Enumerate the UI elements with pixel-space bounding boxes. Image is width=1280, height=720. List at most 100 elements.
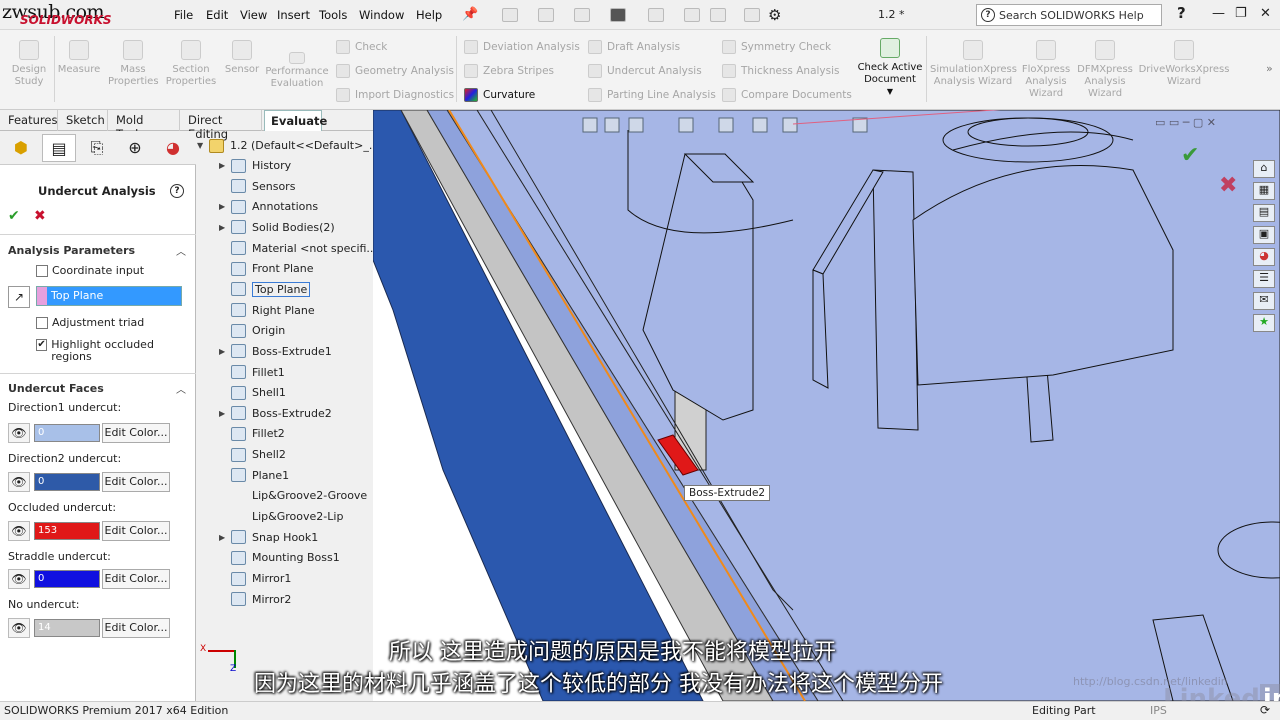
help-search[interactable]: ? Search SOLIDWORKS Help [976, 4, 1162, 26]
feature-manager-tab-icon[interactable]: ⬢ [4, 134, 38, 162]
tab-evaluate[interactable]: Evaluate [264, 110, 327, 131]
tree-item[interactable]: Fillet2 [197, 424, 285, 443]
menu-insert[interactable]: Insert [277, 8, 310, 22]
adjustment-triad-checkbox[interactable] [36, 316, 48, 329]
adjustment-triad-option[interactable]: Adjustment triad [36, 316, 144, 329]
floxpress-button[interactable]: FloXpress Analysis Wizard [1020, 40, 1072, 100]
edit-color-button[interactable]: Edit Color... [102, 423, 170, 443]
ok-checkmark-icon[interactable]: ✔ [8, 208, 20, 224]
tree-item[interactable]: ▶ Boss-Extrude1 [197, 342, 332, 361]
undercut-analysis-button[interactable]: Undercut Analysis [588, 64, 702, 78]
tree-item[interactable]: Right Plane [197, 301, 315, 320]
simulationxpress-button[interactable]: SimulationXpress Analysis Wizard [930, 40, 1017, 88]
help-search-input[interactable]: Search SOLIDWORKS Help [999, 9, 1144, 22]
configuration-manager-tab-icon[interactable]: ⎘ [80, 134, 114, 162]
save-icon[interactable] [574, 8, 590, 22]
model-view[interactable]: ✔ ✖ [373, 110, 1280, 701]
measure-button[interactable]: Measure [56, 40, 102, 76]
rebuild-status-icon[interactable]: ⟳ [1260, 703, 1270, 717]
tab-sketch[interactable]: Sketch [60, 110, 108, 131]
forum-icon[interactable]: ✉ [1253, 292, 1275, 310]
collapse-chevron-icon[interactable]: ︿ [176, 243, 186, 258]
compare-documents-button[interactable]: Compare Documents [722, 88, 852, 102]
parting-line-analysis-button[interactable]: Parting Line Analysis [588, 88, 716, 102]
close-button[interactable]: ✕ [1260, 6, 1271, 21]
cancel-x-icon[interactable]: ✖ [34, 208, 46, 224]
direction-plane-value[interactable]: Top Plane [47, 287, 181, 305]
ribbon-expand-icon[interactable]: » [1266, 62, 1273, 75]
tree-item[interactable]: Sensors [197, 177, 295, 196]
tree-item[interactable]: ▶ Boss-Extrude2 [197, 404, 332, 423]
coordinate-input-checkbox[interactable] [36, 264, 48, 277]
tree-item[interactable]: Shell2 [197, 445, 286, 464]
eye-icon[interactable]: 👁 [8, 472, 30, 492]
check-button[interactable]: Check [336, 40, 387, 54]
coordinate-input-option[interactable]: Coordinate input [36, 264, 144, 277]
performance-evaluation-button[interactable]: Performance Evaluation [264, 52, 330, 90]
graphics-area[interactable]: ✔ ✖ ▭ ▭ ─ ▢ ✕ ⌂ ▦ ▤ ▣ ◕ ☰ ✉ ★ Boss-Extru… [373, 110, 1280, 701]
expand-arrow-icon[interactable]: ▶ [219, 409, 231, 418]
dfmxpress-button[interactable]: DFMXpress Analysis Wizard [1076, 40, 1134, 100]
print-icon[interactable] [610, 8, 626, 22]
expand-arrow-icon[interactable]: ▶ [219, 347, 231, 356]
menu-view[interactable]: View [240, 8, 267, 22]
custom-properties-icon[interactable]: ☰ [1253, 270, 1275, 288]
tree-item[interactable]: Mirror2 [197, 590, 291, 609]
tree-item[interactable]: Plane1 [197, 466, 289, 485]
tree-item[interactable]: Origin [197, 321, 285, 340]
expand-arrow-icon[interactable]: ▶ [219, 223, 231, 232]
menu-tools[interactable]: Tools [319, 8, 347, 22]
deviation-analysis-button[interactable]: Deviation Analysis [464, 40, 580, 54]
units-label[interactable]: IPS [1150, 704, 1167, 717]
tree-root[interactable]: ▼ 1.2 (Default<<Default>_... [197, 136, 379, 155]
expand-arrow-icon[interactable]: ▶ [219, 161, 231, 170]
eye-icon[interactable]: 👁 [8, 521, 30, 541]
symmetry-check-button[interactable]: Symmetry Check [722, 40, 831, 54]
tab-direct-editing[interactable]: Direct Editing [182, 110, 262, 141]
sensor-button[interactable]: Sensor [222, 40, 262, 76]
tree-item[interactable]: Material <not specifi... [197, 239, 377, 258]
panel-help-icon[interactable]: ? [170, 184, 184, 198]
undo-icon[interactable] [648, 8, 664, 22]
tree-item[interactable]: Lip&Groove2-Groove [197, 486, 367, 505]
tree-item[interactable]: Front Plane [197, 259, 314, 278]
menu-file[interactable]: File [174, 8, 193, 22]
curvature-button[interactable]: Curvature [464, 88, 535, 102]
new-icon[interactable] [502, 8, 518, 22]
options-gear-icon[interactable]: ⚙ [768, 6, 781, 24]
edit-color-button[interactable]: Edit Color... [102, 472, 170, 492]
direction-arrow-icon[interactable]: ↗ [8, 286, 30, 308]
eye-icon[interactable]: 👁 [8, 569, 30, 589]
menu-help[interactable]: Help [416, 8, 442, 22]
display-manager-tab-icon[interactable]: ◕ [156, 134, 190, 162]
appearances-icon[interactable]: ◕ [1253, 248, 1275, 266]
analysis-parameters-header[interactable]: Analysis Parameters [8, 244, 135, 257]
edit-color-button[interactable]: Edit Color... [102, 618, 170, 638]
highlight-occluded-option[interactable]: ✔ Highlight occluded regions [36, 339, 186, 363]
undercut-faces-header[interactable]: Undercut Faces [8, 382, 104, 395]
pin-icon[interactable]: 📌 [462, 7, 478, 22]
edit-color-button[interactable]: Edit Color... [102, 569, 170, 589]
open-icon[interactable] [538, 8, 554, 22]
draft-analysis-button[interactable]: Draft Analysis [588, 40, 680, 54]
tree-item[interactable]: Top Plane [197, 280, 311, 299]
tree-item[interactable]: Lip&Groove2-Lip [197, 507, 343, 526]
check-active-document-button[interactable]: Check Active Document ▼ [856, 38, 924, 98]
tree-item[interactable]: ▶ Snap Hook1 [197, 528, 318, 547]
select-icon[interactable] [684, 8, 700, 22]
help-icon[interactable]: ? [1177, 4, 1186, 22]
edit-color-button[interactable]: Edit Color... [102, 521, 170, 541]
home-icon[interactable]: ⌂ [1253, 160, 1275, 178]
tree-item[interactable]: Mounting Boss1 [197, 548, 340, 567]
rebuild-icon[interactable] [710, 8, 726, 22]
design-library-icon[interactable]: ▦ [1253, 182, 1275, 200]
expand-arrow-icon[interactable]: ▶ [219, 533, 231, 542]
geometry-analysis-button[interactable]: Geometry Analysis [336, 64, 454, 78]
thickness-analysis-button[interactable]: Thickness Analysis [722, 64, 840, 78]
import-diagnostics-button[interactable]: Import Diagnostics [336, 88, 454, 102]
menu-window[interactable]: Window [359, 8, 404, 22]
tree-item[interactable]: ▶ Solid Bodies(2) [197, 218, 335, 237]
restore-button[interactable]: ❐ [1235, 6, 1247, 21]
tree-item[interactable]: Mirror1 [197, 569, 291, 588]
dimxpert-manager-tab-icon[interactable]: ⊕ [118, 134, 152, 162]
